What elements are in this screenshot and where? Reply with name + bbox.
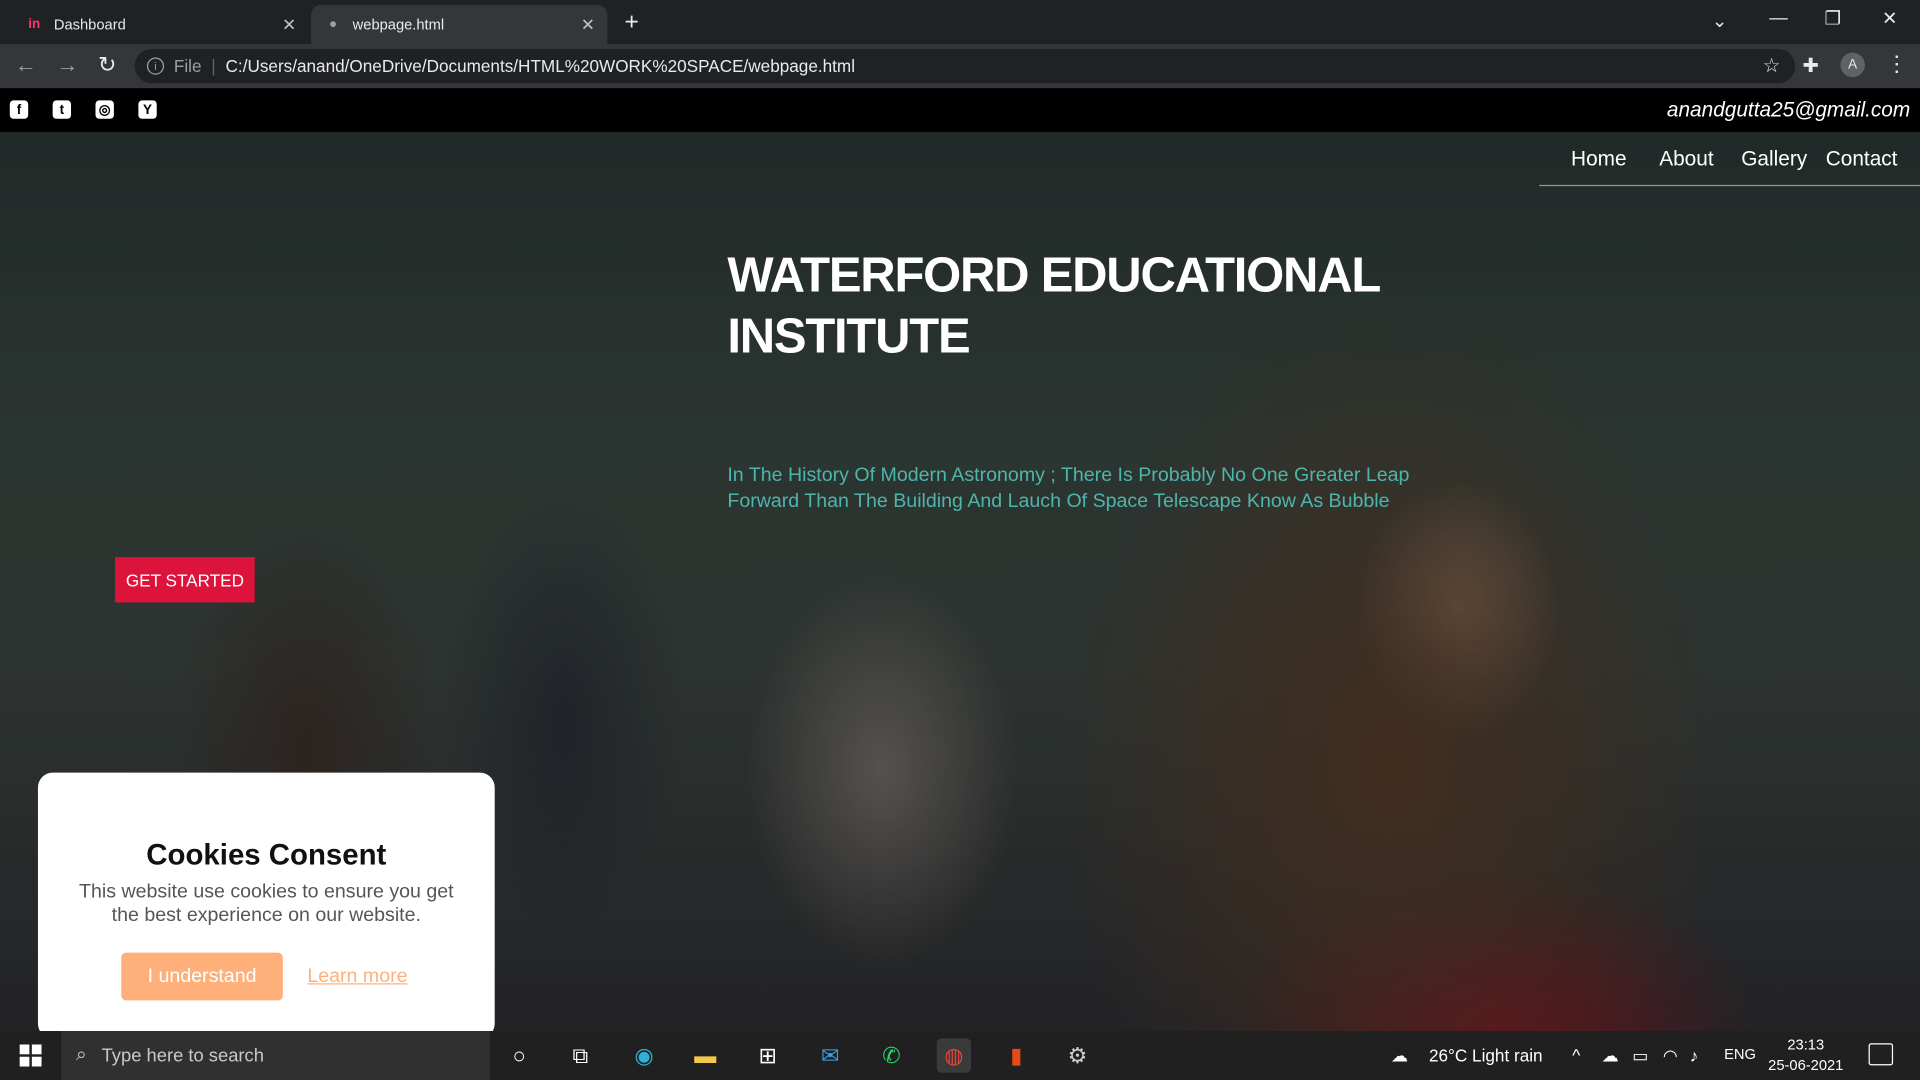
- address-bar[interactable]: i File | C:/Users/anand/OneDrive/Documen…: [134, 48, 1796, 84]
- bookmark-star-icon[interactable]: ☆: [1763, 54, 1781, 78]
- tab-webpage[interactable]: ● webpage.html ✕: [311, 4, 608, 45]
- restore-icon[interactable]: ❐: [1825, 7, 1841, 30]
- cookie-title: Cookies Consent: [146, 838, 387, 872]
- url-scheme: File: [173, 56, 202, 76]
- close-window-icon[interactable]: ✕: [1882, 7, 1897, 30]
- taskbar-search-box[interactable]: ⌕ Type here to search: [61, 1031, 490, 1080]
- clock-date: 25-06-2021: [1768, 1056, 1844, 1074]
- system-clock[interactable]: 23:13 25-06-2021: [1768, 1035, 1843, 1077]
- tab-search-icon[interactable]: ⌄: [1712, 10, 1727, 32]
- search-icon: ⌕: [75, 1044, 87, 1066]
- instagram-icon[interactable]: ◎: [95, 100, 114, 119]
- tab-title: webpage.html: [352, 15, 445, 34]
- accept-cookies-button[interactable]: I understand: [121, 952, 283, 1001]
- hero-title: WATERFORD EDUCATIONAL INSTITUTE: [727, 248, 1380, 364]
- nav-gallery[interactable]: Gallery: [1741, 147, 1807, 171]
- nav-home[interactable]: Home: [1571, 147, 1627, 171]
- invision-icon: in: [28, 17, 41, 32]
- browser-toolbar: ← → ↻ i File | C:/Users/anand/OneDrive/D…: [0, 44, 1920, 89]
- clock-time: 23:13: [1787, 1035, 1825, 1054]
- webpage-viewport: f t ◎ Y anandgutta25@gmail.com Home Abou…: [0, 88, 1920, 1032]
- cookie-text: This website use cookies to ensure you g…: [78, 881, 454, 926]
- edge-icon[interactable]: ◉: [627, 1038, 661, 1072]
- reload-icon[interactable]: ↻: [98, 53, 116, 79]
- profile-avatar[interactable]: A: [1840, 52, 1865, 78]
- facebook-icon[interactable]: f: [9, 100, 29, 119]
- info-icon[interactable]: i: [146, 57, 165, 75]
- show-hidden-icons-chevron[interactable]: ^: [1572, 1046, 1580, 1066]
- twitter-icon[interactable]: t: [52, 100, 72, 119]
- learn-more-link[interactable]: Learn more: [307, 966, 407, 988]
- browser-tab-strip: in Dashboard ✕ ● webpage.html ✕ + ⌄ — ❐ …: [0, 0, 1920, 45]
- new-tab-icon[interactable]: +: [624, 9, 638, 37]
- ycombinator-icon[interactable]: Y: [138, 100, 157, 119]
- tab-title: Dashboard: [53, 15, 126, 34]
- search-placeholder: Type here to search: [101, 1045, 264, 1066]
- file-explorer-icon[interactable]: ▬: [688, 1038, 722, 1072]
- nav-about[interactable]: About: [1659, 147, 1713, 171]
- url-text: C:/Users/anand/OneDrive/Documents/HTML%2…: [225, 56, 856, 76]
- extensions-puzzle-icon[interactable]: ✚: [1802, 54, 1818, 78]
- nav-contact[interactable]: Contact: [1826, 147, 1898, 171]
- close-tab-icon[interactable]: ✕: [581, 15, 595, 36]
- main-nav: Home About Gallery Contact: [1539, 132, 1920, 187]
- wifi-icon[interactable]: ◠: [1663, 1046, 1678, 1067]
- input-language[interactable]: ENG: [1724, 1046, 1756, 1063]
- store-icon[interactable]: ⊞: [751, 1038, 785, 1072]
- mail-icon[interactable]: ✉: [813, 1038, 847, 1072]
- hero-tagline: In The History Of Modern Astronomy ; The…: [727, 465, 1410, 512]
- windows-start-icon[interactable]: [19, 1044, 42, 1067]
- weather-text[interactable]: 26°C Light rain: [1429, 1046, 1543, 1066]
- settings-gear-icon[interactable]: ⚙: [1060, 1038, 1094, 1072]
- chrome-icon[interactable]: ◍: [936, 1038, 972, 1073]
- onedrive-icon[interactable]: ☁: [1602, 1046, 1619, 1067]
- social-top-strip: f t ◎ Y anandgutta25@gmail.com: [0, 88, 1920, 133]
- close-tab-icon[interactable]: ✕: [282, 15, 296, 36]
- globe-icon: ●: [328, 17, 338, 32]
- browser-menu-icon[interactable]: ⋮: [1886, 51, 1908, 77]
- volume-icon[interactable]: ♪: [1690, 1046, 1699, 1066]
- contact-email[interactable]: anandgutta25@gmail.com: [1667, 98, 1910, 122]
- get-started-button[interactable]: GET STARTED: [115, 557, 255, 603]
- battery-icon[interactable]: ▭: [1632, 1046, 1648, 1067]
- task-view-icon[interactable]: ⧉: [563, 1038, 597, 1072]
- notifications-icon[interactable]: [1868, 1043, 1894, 1066]
- tab-dashboard[interactable]: in Dashboard ✕: [12, 5, 308, 44]
- windows-taskbar: ⌕ Type here to search ○ ⧉ ◉ ▬ ⊞ ✉ ✆ ◍ ▮ …: [0, 1031, 1920, 1080]
- forward-icon[interactable]: →: [56, 53, 78, 79]
- office-icon[interactable]: ▮: [999, 1038, 1033, 1072]
- cortana-icon[interactable]: ○: [502, 1038, 536, 1072]
- weather-cloud-icon: ☁: [1391, 1045, 1409, 1066]
- minimize-icon[interactable]: —: [1769, 7, 1787, 28]
- url-separator: |: [211, 56, 216, 76]
- cookie-consent-dialog: Cookies Consent This website use cookies…: [37, 772, 495, 1032]
- back-icon[interactable]: ←: [15, 53, 37, 79]
- whatsapp-icon[interactable]: ✆: [874, 1038, 908, 1072]
- hero-section: Home About Gallery Contact WATERFORD EDU…: [0, 132, 1920, 1032]
